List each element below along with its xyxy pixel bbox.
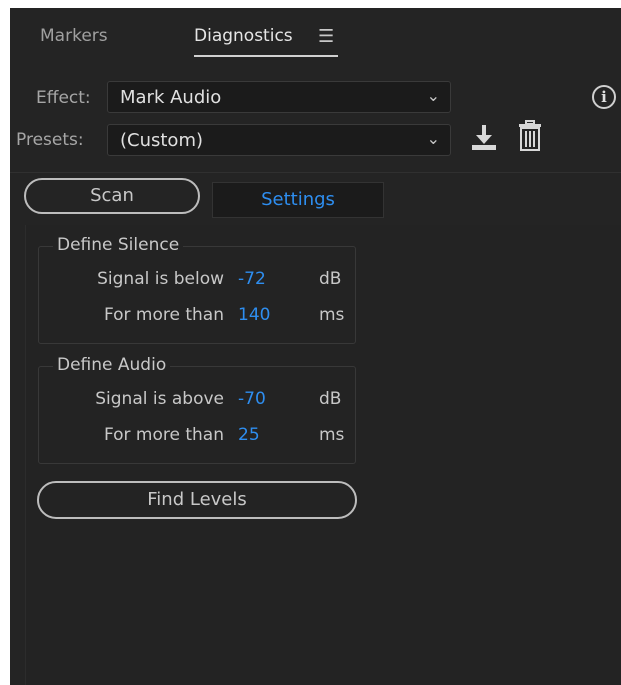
panel-tab-bar: Markers Diagnostics ☰	[10, 8, 621, 64]
audio-signal-unit: dB	[319, 389, 342, 409]
find-levels-button[interactable]: Find Levels	[37, 481, 357, 519]
define-audio-group: Define Audio Signal is above -70 dB For …	[38, 355, 356, 464]
tab-diagnostics[interactable]: Diagnostics	[194, 26, 293, 46]
effect-dropdown[interactable]: Mark Audio ⌄	[107, 81, 451, 113]
effect-value: Mark Audio	[120, 87, 222, 108]
chevron-down-icon: ⌄	[426, 86, 440, 105]
silence-duration-value[interactable]: 140	[238, 305, 270, 325]
hamburger-menu-icon[interactable]: ☰	[318, 26, 334, 47]
presets-value: (Custom)	[120, 130, 204, 151]
silence-duration-unit: ms	[319, 305, 345, 325]
active-tab-underline	[194, 55, 338, 57]
chevron-down-icon: ⌄	[426, 129, 440, 148]
tab-markers[interactable]: Markers	[40, 26, 108, 46]
presets-dropdown[interactable]: (Custom) ⌄	[107, 124, 451, 156]
audio-duration-label: For more than	[103, 425, 224, 445]
presets-label: Presets:	[16, 130, 84, 150]
audio-signal-value[interactable]: -70	[238, 389, 266, 409]
info-icon[interactable]: i	[592, 85, 616, 109]
tab-settings[interactable]: Settings	[212, 182, 384, 218]
silence-signal-unit: dB	[319, 269, 342, 289]
silence-signal-value[interactable]: -72	[238, 269, 266, 289]
divider	[10, 172, 621, 173]
effect-label: Effect:	[36, 88, 91, 108]
scan-button[interactable]: Scan	[24, 178, 200, 214]
define-silence-title: Define Silence	[53, 235, 184, 255]
diagnostics-panel: Markers Diagnostics ☰ Effect: Mark Audio…	[10, 8, 621, 685]
audio-duration-value[interactable]: 25	[238, 425, 260, 445]
audio-duration-unit: ms	[319, 425, 345, 445]
silence-duration-label: For more than	[103, 305, 224, 325]
silence-signal-label: Signal is below	[97, 269, 224, 289]
download-icon[interactable]	[470, 123, 498, 153]
audio-signal-label: Signal is above	[95, 389, 224, 409]
define-audio-title: Define Audio	[53, 355, 171, 375]
trash-icon[interactable]	[518, 120, 542, 152]
define-silence-group: Define Silence Signal is below -72 dB Fo…	[38, 235, 356, 344]
